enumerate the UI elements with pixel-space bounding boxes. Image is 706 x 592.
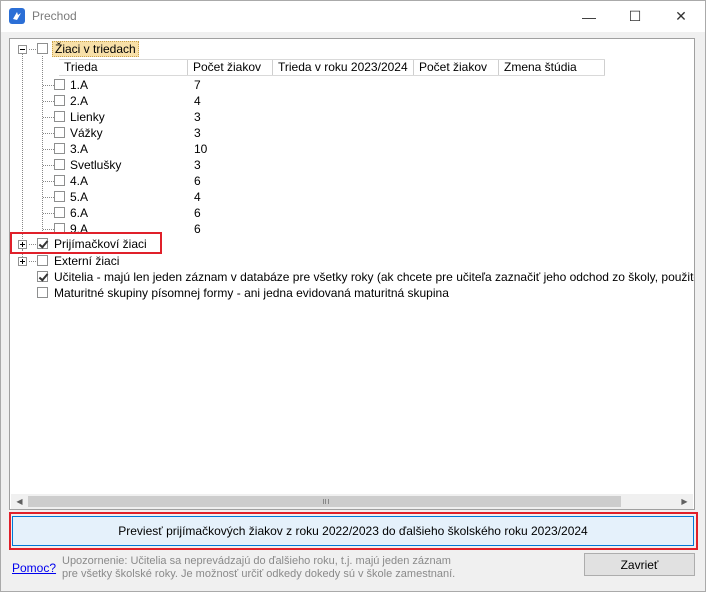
horizontal-scrollbar[interactable]: ◀ ▶: [11, 494, 693, 509]
tree-line: [29, 261, 36, 262]
root-checkbox[interactable]: [37, 43, 48, 54]
class-count: 3: [194, 126, 201, 140]
class-count: 4: [194, 190, 201, 204]
app-logo-icon: [9, 8, 25, 24]
scroll-right-icon[interactable]: ▶: [676, 494, 693, 509]
class-count: 4: [194, 94, 201, 108]
scroll-left-icon[interactable]: ◀: [11, 494, 28, 509]
tree-node-ucitelia[interactable]: Učitelia - majú len jeden záznam v datab…: [54, 269, 694, 285]
row-checkbox[interactable]: [54, 191, 65, 202]
expand-icon[interactable]: [18, 257, 27, 266]
class-count: 3: [194, 158, 201, 172]
externi-label: Externí žiaci: [54, 254, 120, 268]
close-button[interactable]: Zavrieť: [584, 553, 695, 576]
row-checkbox[interactable]: [54, 111, 65, 122]
class-count: 6: [194, 174, 201, 188]
column-header-pocet-new[interactable]: Počet žiakov: [414, 60, 499, 75]
class-count: 7: [194, 78, 201, 92]
class-name: 1.A: [70, 78, 89, 92]
row-checkbox[interactable]: [54, 79, 65, 90]
ucitelia-label: Učitelia - majú len jeden záznam v datab…: [54, 270, 694, 284]
grip-icon: [323, 499, 329, 504]
row-checkbox[interactable]: [54, 207, 65, 218]
highlight-box: [9, 512, 698, 550]
class-count: 6: [194, 206, 201, 220]
note-line: pre všetky školské roky. Je možnosť urči…: [62, 568, 456, 580]
column-header-pocet[interactable]: Počet žiakov: [188, 60, 273, 75]
root-node-label: Žiaci v triedach: [52, 41, 139, 57]
class-name: 6.A: [70, 206, 89, 220]
grid-header: Trieda Počet žiakov Trieda v roku 2023/2…: [59, 59, 605, 76]
column-header-zmena[interactable]: Zmena štúdia: [499, 60, 605, 75]
row-checkbox[interactable]: [54, 127, 65, 138]
maximize-icon: ☐: [628, 8, 642, 24]
class-name: 5.A: [70, 190, 89, 204]
tree-line: [29, 49, 36, 50]
window-title: Prechod: [32, 9, 77, 23]
class-name: 4.A: [70, 174, 89, 188]
scrollbar-thumb[interactable]: [28, 496, 621, 507]
maturitne-label: Maturitné skupiny písomnej formy - ani j…: [54, 286, 449, 300]
row-checkbox[interactable]: [54, 175, 65, 186]
row-checkbox[interactable]: [54, 143, 65, 154]
class-name: Svetlušky: [70, 158, 122, 172]
highlight-box: [10, 232, 162, 254]
column-header-trieda-new[interactable]: Trieda v roku 2023/2024: [273, 60, 414, 75]
class-name: 2.A: [70, 94, 89, 108]
minimize-icon: —: [582, 8, 596, 25]
tree-line: [22, 54, 23, 239]
ucitelia-checkbox[interactable]: [37, 271, 48, 282]
class-name: Vážky: [70, 126, 103, 140]
class-count: 3: [194, 110, 201, 124]
close-icon: ✕: [675, 8, 687, 24]
maturitne-checkbox[interactable]: [37, 287, 48, 298]
externi-checkbox[interactable]: [37, 255, 48, 266]
maximize-button[interactable]: ☐: [612, 1, 658, 32]
class-count: 10: [194, 142, 208, 156]
class-name: Lienky: [70, 110, 105, 124]
row-checkbox[interactable]: [54, 95, 65, 106]
dialog-window: Prechod — ☐ ✕ Žiaci v triedach Trieda Po…: [0, 0, 706, 592]
tree-view[interactable]: Žiaci v triedach Trieda Počet žiakov Tri…: [9, 38, 695, 510]
help-link[interactable]: Pomoc?: [12, 561, 56, 575]
row-checkbox[interactable]: [54, 159, 65, 170]
collapse-icon[interactable]: [18, 45, 27, 54]
note-text: Upozornenie: Učitelia sa neprevádzajú do…: [62, 555, 562, 581]
minimize-button[interactable]: —: [566, 1, 612, 32]
class-count: 6: [194, 222, 201, 233]
close-button-label: Zavrieť: [620, 557, 659, 572]
class-name: 3.A: [70, 142, 89, 156]
title-bar: Prechod — ☐ ✕: [1, 1, 705, 32]
column-header-trieda[interactable]: Trieda: [59, 60, 188, 75]
tree-line: [42, 56, 43, 231]
close-window-button[interactable]: ✕: [658, 1, 704, 32]
note-line: Upozornenie: Učitelia sa neprevádzajú do…: [62, 555, 451, 567]
